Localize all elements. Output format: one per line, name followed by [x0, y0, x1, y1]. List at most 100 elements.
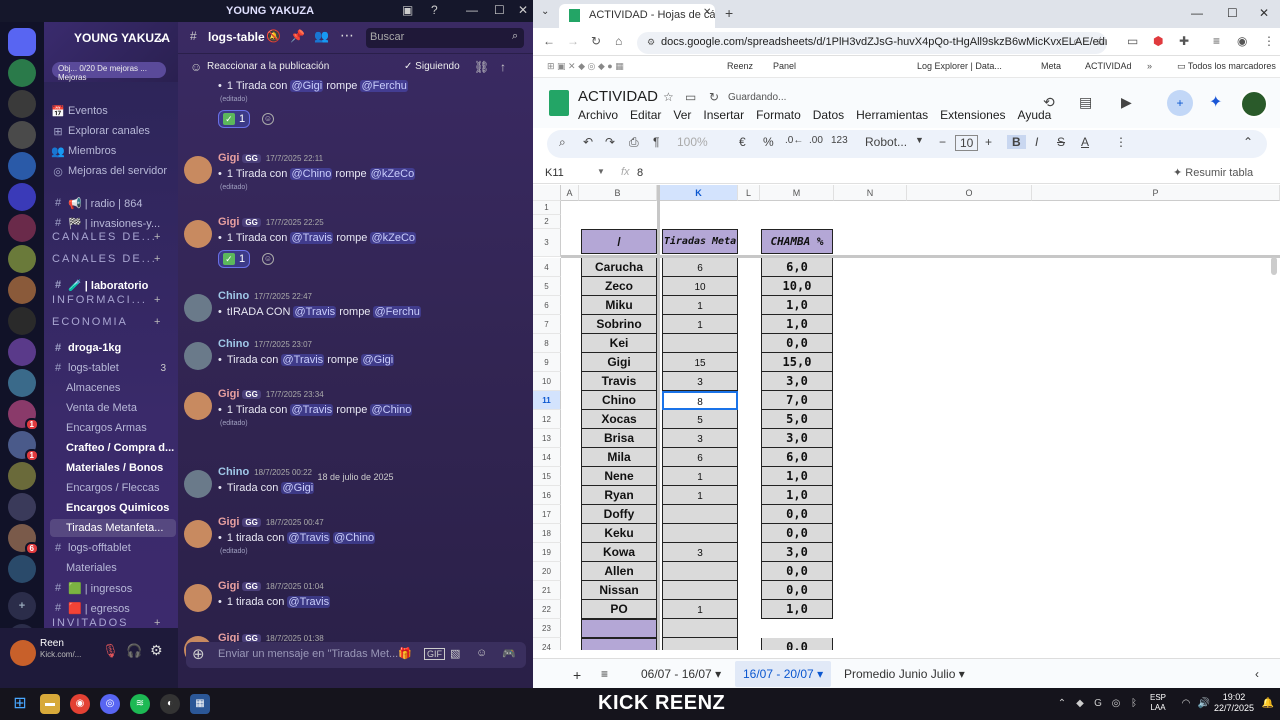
row-header[interactable]: 5	[533, 277, 561, 296]
name-cell[interactable]: Miku	[581, 296, 657, 315]
channel-item[interactable]: Encargos Armas	[50, 419, 176, 437]
calculator-icon[interactable]: ▦	[190, 694, 210, 714]
tiradas-cell[interactable]: 6	[662, 448, 738, 467]
redo-icon[interactable]: ↷	[605, 135, 615, 149]
user-mention[interactable]: @Travis	[293, 306, 337, 318]
history-icon[interactable]: ⟲	[1043, 94, 1055, 111]
number-format[interactable]: 123	[831, 135, 848, 146]
spreadsheet-grid[interactable]: A B K L M N O P 1 2 3/Tiradas Meta CHAMBA % 4 Carucha…	[533, 185, 1280, 650]
header-cell[interactable]: Tiradas Meta	[662, 229, 738, 254]
gemini-icon[interactable]: ✦	[1209, 92, 1222, 112]
server-icon[interactable]: 1	[8, 431, 39, 462]
gif-icon[interactable]: GIF	[424, 648, 445, 660]
zoom-icon[interactable]: ⌕	[1073, 34, 1080, 49]
font-select[interactable]: Robot...	[865, 135, 907, 149]
font-size-decrease-icon[interactable]: −	[939, 135, 946, 149]
row-header[interactable]: 7	[533, 315, 561, 334]
chamba-cell[interactable]: 0,0	[761, 581, 833, 600]
plus-icon[interactable]: +	[154, 316, 160, 328]
server-icon[interactable]	[8, 555, 36, 583]
name-cell[interactable]: Allen	[581, 562, 657, 581]
chamba-cell[interactable]: 0,0	[761, 334, 833, 353]
react-post-button[interactable]: Reaccionar a la publicación	[207, 61, 329, 72]
name-cell[interactable]: Ryan	[581, 486, 657, 505]
collapse-icon[interactable]: ⌃	[1243, 135, 1253, 149]
server-icon[interactable]	[8, 28, 36, 56]
message-author[interactable]: Gigi GG 17/7/2025 23:34	[218, 388, 324, 400]
channel-item[interactable]: Materiales	[50, 559, 176, 577]
row-header[interactable]: 3	[533, 229, 561, 257]
channel-item[interactable]: # logs-tablet 3	[50, 359, 176, 377]
channel-item[interactable]: ◎ Mejoras del servidor	[50, 162, 176, 180]
row-header[interactable]: 18	[533, 524, 561, 543]
name-cell[interactable]: Xocas	[581, 410, 657, 429]
chamba-cell[interactable]: 10,0	[761, 277, 833, 296]
menu-item[interactable]: Insertar	[703, 108, 744, 122]
category-header[interactable]: CANALES DE... +	[52, 231, 160, 243]
channel-item[interactable]: Encargos / Fleccas	[50, 479, 176, 497]
tiradas-cell[interactable]: 8	[662, 391, 738, 410]
back-icon[interactable]: ←	[543, 34, 555, 48]
zoom-select[interactable]: 100%	[677, 135, 708, 149]
user-mention[interactable]: @Gigi	[361, 354, 395, 366]
message-author[interactable]: Gigi GG 18/7/2025 00:47	[218, 516, 324, 528]
user-mention[interactable]: @Travis	[287, 532, 331, 544]
undo-icon[interactable]: ↶	[583, 135, 593, 149]
close-icon[interactable]: ✕	[518, 3, 528, 17]
row-header[interactable]: 11	[533, 391, 561, 410]
help-icon[interactable]: ?	[431, 3, 438, 17]
chevron-down-icon[interactable]: ▼	[915, 135, 924, 145]
vertical-scrollbar[interactable]	[1271, 257, 1277, 275]
server-icon[interactable]	[8, 214, 36, 242]
notification-icon[interactable]: 🔔	[1258, 694, 1278, 714]
row-header[interactable]: 16	[533, 486, 561, 505]
chamba-cell[interactable]: 5,0	[761, 410, 833, 429]
bell-off-icon[interactable]: 🔕	[266, 29, 281, 43]
message-author[interactable]: Chino 17/7/2025 23:07	[218, 338, 312, 350]
emoji-icon[interactable]: ☺	[190, 60, 202, 74]
column-header[interactable]: P	[1032, 185, 1280, 201]
avatar[interactable]	[184, 342, 212, 370]
gift-icon[interactable]: 🎁	[398, 647, 412, 660]
bookmark-actividad[interactable]: ACTIVIDAd	[1085, 61, 1132, 71]
pin-icon[interactable]: 📌	[290, 29, 305, 43]
column-header[interactable]: A	[561, 185, 579, 201]
channel-item[interactable]: ⊞ Explorar canales	[50, 122, 176, 140]
chamba-cell[interactable]: 7,0	[761, 391, 833, 410]
server-icon[interactable]	[8, 307, 36, 335]
message-author[interactable]: Gigi GG 17/7/2025 22:25	[218, 216, 324, 228]
server-icon[interactable]	[8, 338, 36, 366]
menu-icon[interactable]: ⋮	[1263, 34, 1275, 48]
avatar[interactable]	[184, 584, 212, 612]
tiradas-cell[interactable]: 15	[662, 353, 738, 372]
menu-item[interactable]: Extensiones	[940, 108, 1005, 122]
tab-sheet-1[interactable]: 06/07 - 16/07 ▾	[641, 667, 721, 681]
doc-title[interactable]: ACTIVIDAD	[578, 88, 658, 105]
activity-icon[interactable]: 🎮	[502, 647, 516, 660]
user-mention[interactable]: @Ferchu	[373, 306, 421, 318]
summarize-button[interactable]: ✦ Resumir tabla	[1173, 166, 1253, 179]
row-header[interactable]: 13	[533, 429, 561, 448]
user-mention[interactable]: @Travis	[287, 596, 331, 608]
new-tab-icon[interactable]: +	[725, 5, 733, 21]
extension-icon[interactable]: ▭	[1127, 34, 1138, 48]
decrease-decimal-icon[interactable]: .0←	[785, 135, 803, 146]
print-icon[interactable]: ⎙	[629, 135, 639, 150]
arrow-up-icon[interactable]: ↑	[500, 60, 506, 74]
maximize-icon[interactable]: ☐	[1227, 6, 1238, 20]
avatar[interactable]	[184, 392, 212, 420]
clock[interactable]: 19:02 22/7/2025	[1214, 692, 1254, 714]
user-mention[interactable]: @kZeCo	[370, 232, 417, 244]
bookmark-star-icon[interactable]: ☆	[1095, 34, 1106, 48]
add-reaction-icon[interactable]: ☺	[262, 253, 274, 265]
following-button[interactable]: ✓ Siguiendo	[404, 61, 460, 72]
bookmark-log-explorer[interactable]: Log Explorer | Data...	[917, 61, 1002, 71]
channel-item[interactable]: Venta de Meta	[50, 399, 176, 417]
tiradas-cell[interactable]: 3	[662, 372, 738, 391]
percent-icon[interactable]: %	[763, 135, 774, 149]
user-mention[interactable]: @Travis	[281, 354, 325, 366]
name-cell[interactable]: Kei	[581, 334, 657, 353]
tab-sheet-3[interactable]: Promedio Junio Julio ▾	[844, 667, 965, 681]
row-header[interactable]: 12	[533, 410, 561, 429]
server-icon[interactable]	[8, 121, 36, 149]
